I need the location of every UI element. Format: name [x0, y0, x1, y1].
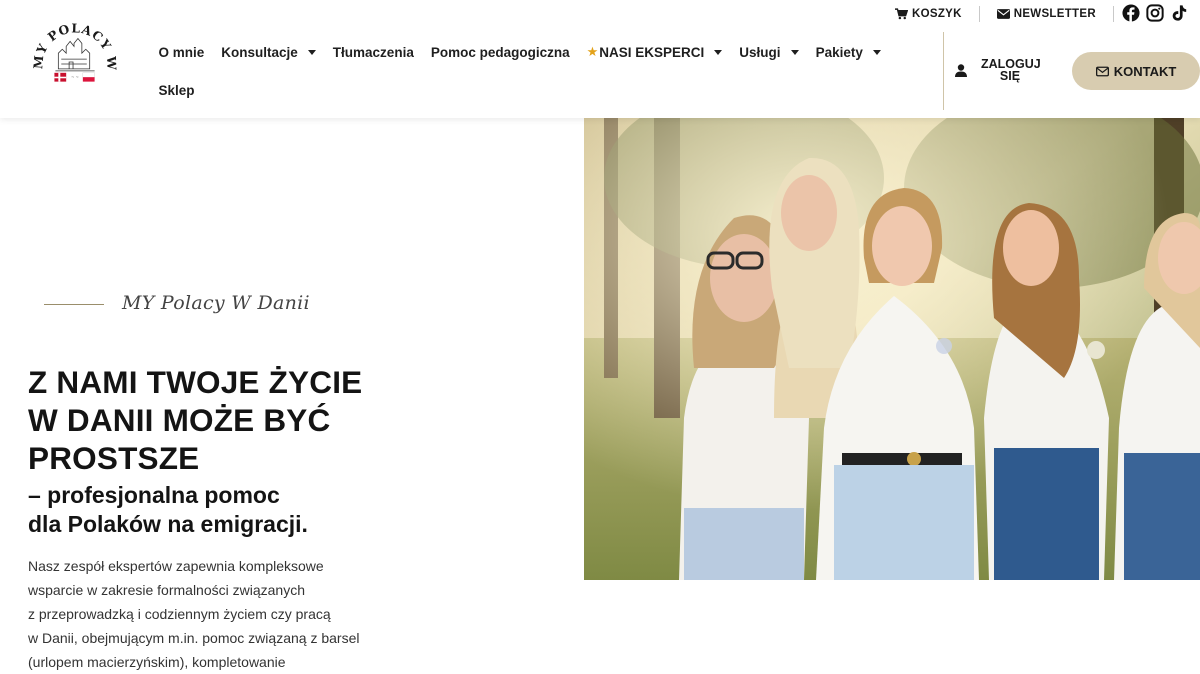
newsletter-label: NEWSLETTER	[1013, 8, 1096, 20]
hero-headline-line: Z NAMI TWOJE ŻYCIE	[28, 364, 363, 400]
nav-item-sklep[interactable]: Sklep	[150, 83, 203, 98]
login-label: ZALOGUJ SIĘ	[981, 58, 1041, 83]
nav-item-label: Pakiety	[815, 44, 863, 60]
nav-item-label: Sklep	[158, 82, 195, 98]
chevron-down-icon	[714, 49, 723, 55]
nav-item-tlumaczenia[interactable]: Tłumaczenia	[324, 45, 422, 60]
header-divider	[943, 32, 944, 110]
hero-description-line: Nasz zespół ekspertów zapewnia komplekso…	[28, 558, 324, 574]
cart-icon	[895, 8, 908, 20]
team-photo	[584, 118, 1200, 580]
nav-item-label: NASI EKSPERCI	[599, 44, 705, 60]
nav-item-pomoc-pedagogiczna[interactable]: Pomoc pedagogiczna	[422, 45, 578, 60]
hero-description-line: (urlopem macierzyńskim), kompletowanie	[28, 654, 286, 670]
hero-subheadline: – profesjonalna pomoc dla Polaków na emi…	[28, 481, 308, 539]
hero-tagline: MY Polacy W Danii	[122, 292, 310, 314]
hero-headline-line: PROSTSZE	[28, 440, 200, 476]
contact-button-label: KONTAKT	[1113, 63, 1177, 79]
topbar-divider	[978, 6, 980, 22]
user-icon	[955, 63, 967, 77]
nav-item-uslugi[interactable]: Usługi	[731, 45, 807, 60]
nav-item-konsultacje[interactable]: Konsultacje	[213, 45, 325, 60]
star-icon: ★	[586, 44, 599, 59]
site-logo[interactable]: MY POLACY W DANII ~ ~	[26, 14, 124, 112]
login-label-line2: SIĘ	[999, 69, 1021, 83]
nav-item-label: Konsultacje	[221, 44, 298, 60]
hero-description-line: wsparcie w zakresie formalności związany…	[28, 582, 305, 598]
hero-headline-line: W DANII MOŻE BYĆ	[28, 402, 331, 438]
tagline-decor-line	[44, 304, 104, 305]
nav-item-nasi-eksperci[interactable]: ★ NASI EKSPERCI	[578, 44, 731, 60]
site-header: MY POLACY W DANII ~ ~ KOSZYK	[0, 0, 1200, 118]
hero-subheadline-line: – profesjonalna pomoc	[28, 482, 280, 508]
nav-item-label: Tłumaczenia	[332, 44, 414, 60]
hero-description-line: w Danii, obejmującym m.in. pomoc związan…	[28, 630, 360, 646]
chevron-down-icon	[872, 49, 881, 55]
login-link[interactable]: ZALOGUJ SIĘ	[955, 58, 1041, 83]
hero-headline: Z NAMI TWOJE ŻYCIE W DANII MOŻE BYĆ PROS…	[28, 363, 362, 477]
nav-item-o-mnie[interactable]: O mnie	[150, 45, 213, 60]
nav-item-label: O mnie	[158, 44, 205, 60]
chevron-down-icon	[307, 49, 316, 55]
nav-item-label: Pomoc pedagogiczna	[430, 44, 570, 60]
chevron-down-icon	[790, 49, 799, 55]
nav-item-pakiety[interactable]: Pakiety	[807, 45, 889, 60]
cart-label: KOSZYK	[912, 8, 962, 20]
tiktok-icon[interactable]	[1170, 4, 1188, 22]
envelope-icon	[996, 9, 1010, 19]
hero-description: Nasz zespół ekspertów zapewnia komplekso…	[28, 554, 408, 674]
cart-link[interactable]: KOSZYK	[895, 8, 962, 20]
instagram-icon[interactable]	[1146, 4, 1164, 22]
hero-description-line: z przeprowadzką i codziennym życiem czy …	[28, 606, 331, 622]
envelope-icon	[1095, 66, 1109, 76]
nav-item-label: Usługi	[739, 44, 781, 60]
svg-text:~ ~: ~ ~	[71, 75, 79, 80]
top-utility-bar: KOSZYK NEWSLETTER	[895, 4, 1131, 24]
contact-button[interactable]: KONTAKT	[1072, 52, 1200, 90]
social-links	[1122, 4, 1188, 22]
facebook-icon[interactable]	[1122, 4, 1140, 22]
newsletter-link[interactable]: NEWSLETTER	[996, 8, 1096, 20]
topbar-divider	[1112, 6, 1114, 22]
main-navigation: O mnie Konsultacje Tłumaczenia Pomoc ped…	[150, 34, 910, 98]
hero-subheadline-line: dla Polaków na emigracji.	[28, 511, 308, 537]
